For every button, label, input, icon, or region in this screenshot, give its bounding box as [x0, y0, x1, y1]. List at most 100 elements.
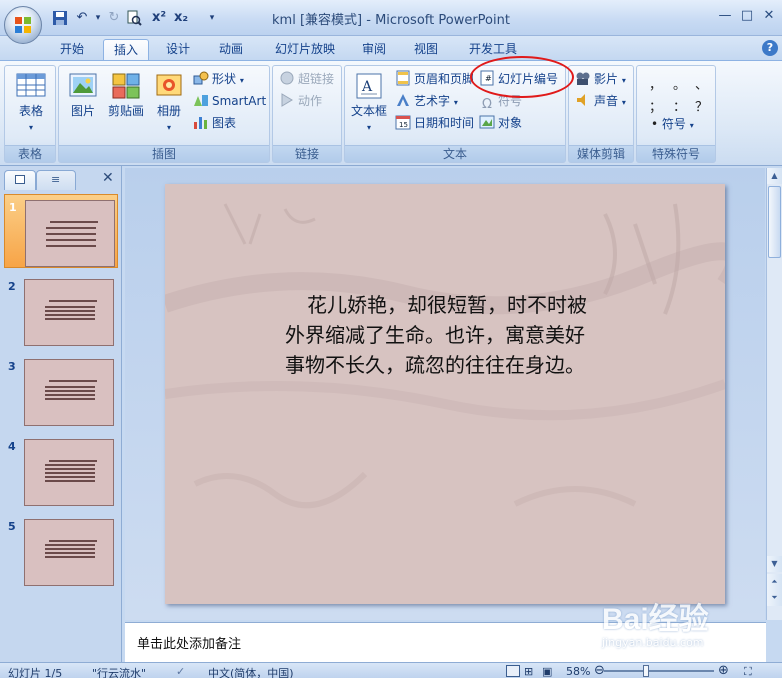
tab-animation[interactable]: 动画 — [209, 39, 253, 60]
group-links: 超链接 动作 链接 — [272, 65, 342, 163]
album-label: 相册 — [156, 104, 181, 118]
scrollbar-thumb[interactable] — [768, 186, 781, 258]
shapes-icon — [193, 71, 209, 85]
slide-sorter-icon[interactable]: ⊞ — [524, 665, 533, 678]
textbox-button[interactable]: A 文本框 ▾ — [349, 72, 389, 133]
slide-thumbnail-number: 3 — [8, 360, 16, 373]
group-label-illustrations: 插图 — [59, 145, 269, 162]
scroll-up-icon[interactable]: ▲ — [767, 168, 782, 184]
symbol-period-button[interactable]: 。 — [673, 74, 686, 93]
zoom-slider-handle[interactable] — [643, 665, 649, 677]
chevron-down-icon: ▾ — [366, 123, 371, 132]
table-icon — [16, 73, 46, 97]
slideshow-view-icon[interactable]: ▣ — [542, 665, 552, 678]
slide-thumbnail[interactable]: 2 — [4, 274, 118, 348]
movie-icon — [576, 72, 590, 85]
spellcheck-icon[interactable]: ✓ — [176, 665, 185, 678]
chart-button[interactable]: 图表 — [193, 113, 236, 133]
chevron-down-icon: ▾ — [689, 121, 694, 130]
fit-to-window-icon[interactable]: ⛶ — [744, 665, 752, 678]
slide-thumbnail[interactable]: 1 — [4, 194, 118, 268]
datetime-button[interactable]: 15 日期和时间 — [395, 113, 474, 133]
tab-slideshow[interactable]: 幻灯片放映 — [263, 39, 347, 60]
current-slide[interactable]: 花儿娇艳，却很短暂，时不时被外界缩减了生命。也许，寓意美好事物不长久，疏忽的往往… — [165, 184, 725, 604]
group-media: 影片 ▾ 声音 ▾ 媒体剪辑 — [568, 65, 634, 163]
slide-thumbnail-image — [24, 359, 114, 426]
tab-view[interactable]: 视图 — [404, 39, 448, 60]
ribbon-tabs: 开始 插入 设计 动画 幻灯片放映 审阅 视图 开发工具 — [0, 36, 782, 60]
hyperlink-button[interactable]: 超链接 — [279, 69, 334, 89]
slide-thumbnail-image — [24, 439, 114, 506]
close-pane-icon[interactable]: ✕ — [102, 170, 114, 186]
chevron-down-icon: ▾ — [28, 123, 33, 132]
slide-thumbnail[interactable]: 3 — [4, 354, 118, 428]
slide-thumbnail-number: 5 — [8, 520, 16, 533]
theme-status: "行云流水" — [92, 667, 147, 678]
normal-view-icon[interactable] — [506, 665, 520, 677]
chevron-down-icon: ▾ — [166, 123, 171, 132]
header-footer-button[interactable]: 页眉和页脚 — [395, 69, 473, 89]
picture-icon — [69, 73, 97, 97]
action-label: 动作 — [298, 94, 323, 108]
tab-home[interactable]: 开始 — [50, 39, 94, 60]
shapes-button[interactable]: 形状 ▾ — [193, 69, 244, 89]
tab-design[interactable]: 设计 — [156, 39, 200, 60]
special-symbol-button[interactable]: • 符号 ▾ — [651, 114, 694, 134]
picture-button[interactable]: 图片 — [63, 72, 103, 119]
action-button[interactable]: 动作 — [279, 91, 322, 111]
powerpoint-window: ↶ ▾ ↻ x² x₂ ▾ kml [兼容模式] - Microsoft Pow… — [0, 0, 782, 678]
hyperlink-label: 超链接 — [298, 72, 335, 86]
group-label-media: 媒体剪辑 — [569, 145, 633, 162]
group-label-text: 文本 — [345, 145, 565, 162]
movie-button[interactable]: 影片 ▾ — [575, 69, 626, 89]
office-button[interactable] — [4, 6, 42, 44]
close-button[interactable]: ✕ — [756, 6, 782, 28]
help-icon[interactable]: ? — [762, 40, 778, 56]
sound-label: 声音 — [594, 94, 619, 108]
header-footer-label: 页眉和页脚 — [414, 72, 473, 86]
smartart-label: SmartArt — [212, 94, 267, 108]
object-icon — [479, 115, 495, 129]
outline-tab[interactable]: ≡ — [36, 170, 76, 190]
smartart-button[interactable]: SmartArt — [193, 91, 266, 111]
clipart-button[interactable]: 剪贴画 — [103, 72, 149, 119]
zoom-level[interactable]: 58% — [566, 665, 590, 678]
clipart-icon — [112, 73, 140, 99]
language-status[interactable]: 中文(简体，中国) — [208, 665, 294, 678]
baidu-watermark: Bai经验 jingyan.baidu.com — [602, 594, 772, 654]
symbol-semicolon-button[interactable]: ； — [649, 96, 662, 115]
sound-button[interactable]: 声音 ▾ — [575, 91, 626, 111]
slides-tab[interactable] — [4, 170, 36, 190]
special-symbol-label: 符号 — [661, 117, 686, 131]
symbol-comma-button[interactable]: ， — [649, 74, 662, 93]
slide-thumbnail[interactable]: 5 — [4, 514, 118, 588]
previous-slide-icon[interactable]: ⏶ — [767, 574, 782, 590]
group-special-symbols: ， 。 、 ； ： ？ • 符号 ▾ 特殊符号 — [636, 65, 716, 163]
wordart-button[interactable]: 艺术字 ▾ — [395, 91, 458, 111]
zoom-in-icon[interactable]: ⊕ — [718, 663, 729, 678]
symbol-enumeration-comma-button[interactable]: 、 — [695, 74, 708, 93]
chart-label: 图表 — [212, 116, 237, 130]
zoom-slider[interactable] — [604, 670, 714, 672]
slide-thumbnail[interactable]: 4 — [4, 434, 118, 508]
tab-review[interactable]: 审阅 — [352, 39, 396, 60]
tab-insert[interactable]: 插入 — [103, 39, 149, 60]
symbol-question-button[interactable]: ？ — [695, 96, 708, 115]
highlight-annotation-circle — [470, 56, 574, 98]
album-button[interactable]: 相册 ▾ — [149, 72, 189, 133]
slide-thumbnail-image — [24, 279, 114, 346]
header-footer-icon — [396, 70, 410, 86]
watermark-url: jingyan.baidu.com — [602, 636, 704, 649]
symbol-colon-button[interactable]: ： — [673, 96, 686, 115]
scroll-down-icon[interactable]: ▼ — [767, 556, 782, 572]
chevron-down-icon: ▾ — [453, 98, 458, 107]
vertical-scrollbar[interactable]: ▲ ▼ ⏶ ⏷ — [766, 168, 782, 620]
slide-body-text[interactable]: 花儿娇艳，却很短暂，时不时被外界缩减了生命。也许，寓意美好事物不长久，疏忽的往往… — [285, 290, 595, 380]
outline-tab-icon: ≡ — [51, 173, 61, 186]
object-button[interactable]: 对象 — [479, 113, 522, 133]
chevron-down-icon: ▾ — [239, 76, 244, 85]
group-illustrations: 图片 剪贴画 相册 ▾ 形状 ▾ SmartArt 图表 插图 — [58, 65, 270, 163]
table-button[interactable]: 表格 ▾ — [10, 72, 52, 133]
slide-thumbnail-number: 4 — [8, 440, 16, 453]
watermark-brand: Bai经验 — [602, 603, 709, 636]
